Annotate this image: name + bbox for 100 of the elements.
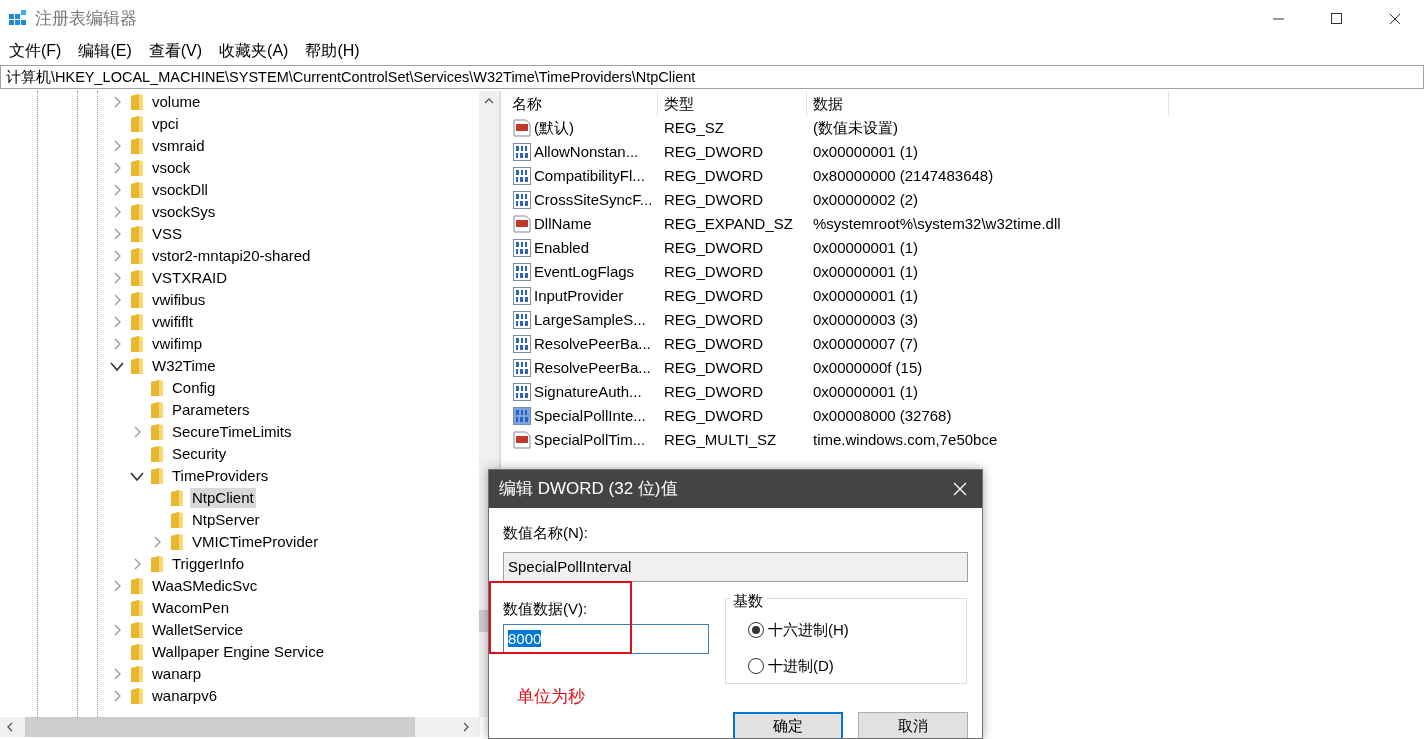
tree-item[interactable]: Security: [170, 444, 229, 464]
tree-item[interactable]: VSS: [150, 224, 184, 244]
value-name[interactable]: SpecialPollInte...: [534, 404, 658, 428]
value-name[interactable]: SpecialPollTim...: [534, 428, 658, 452]
tree-item[interactable]: WalletService: [150, 620, 246, 640]
value-type: REG_MULTI_SZ: [663, 429, 778, 450]
value-data: 0x80000000 (2147483648): [812, 165, 994, 186]
folder-icon: [150, 401, 164, 419]
folder-icon: [150, 423, 164, 441]
folder-icon: [130, 335, 144, 353]
value-data: time.windows.com,7e50bce: [812, 429, 998, 450]
data-field[interactable]: 8000: [503, 624, 709, 655]
tree-item[interactable]: TriggerInfo: [170, 554, 246, 574]
value-type: REG_EXPAND_SZ: [663, 213, 794, 234]
tree-item[interactable]: VMICTimeProvider: [190, 532, 321, 552]
address-bar[interactable]: 计算机\HKEY_LOCAL_MACHINE\SYSTEM\CurrentControlSet\Services\W32Time\TimeProviders\NtpClient: [0, 65, 1424, 89]
menu-item[interactable]: 收藏夹(A): [210, 38, 297, 64]
value-type: REG_DWORD: [663, 165, 765, 186]
folder-icon: [130, 643, 144, 661]
radio-label[interactable]: 十进制(D): [768, 654, 834, 677]
value-data: 0x00000003 (3): [812, 309, 919, 330]
folder-icon: [150, 467, 164, 485]
value-type: REG_DWORD: [663, 285, 765, 306]
value-data: 0x00000002 (2): [812, 189, 919, 210]
value-type: REG_DWORD: [663, 333, 765, 354]
tree-item[interactable]: vsock: [150, 158, 193, 178]
tree-item[interactable]: W32Time: [150, 356, 218, 376]
value-type: REG_DWORD: [663, 309, 765, 330]
tree-item[interactable]: vwifimp: [150, 334, 204, 354]
value-name[interactable]: (默认): [534, 116, 658, 140]
scrollbar-thumb[interactable]: [25, 717, 415, 737]
dialog-button[interactable]: 取消: [858, 711, 968, 738]
menu-item[interactable]: 帮助(H): [296, 38, 368, 64]
value-type: REG_DWORD: [663, 405, 765, 426]
value-name[interactable]: DllName: [534, 212, 658, 236]
value-name[interactable]: InputProvider: [534, 284, 658, 308]
folder-icon: [130, 181, 144, 199]
horizontal-scrollbar[interactable]: [0, 717, 480, 737]
value-data: 0x0000000f (15): [812, 357, 923, 378]
folder-icon: [150, 555, 164, 573]
folder-icon: [130, 137, 144, 155]
tree-item[interactable]: Config: [170, 378, 218, 398]
value-name[interactable]: CompatibilityFl...: [534, 164, 658, 188]
tree-item[interactable]: vwifibus: [150, 290, 208, 310]
value-data: 0x00000007 (7): [812, 333, 919, 354]
folder-icon: [130, 665, 144, 683]
value-name[interactable]: ResolvePeerBa...: [534, 356, 658, 380]
dialog-button[interactable]: 确定: [733, 711, 843, 738]
value-name[interactable]: LargeSampleS...: [534, 308, 658, 332]
value-type: REG_DWORD: [663, 261, 765, 282]
value-data: (数值未设置): [812, 117, 898, 138]
tree-item[interactable]: NtpClient: [190, 488, 256, 508]
tree-item[interactable]: WaaSMedicSvc: [150, 576, 260, 596]
folder-icon: [170, 489, 184, 507]
tree-item[interactable]: volume: [150, 92, 203, 112]
value-name[interactable]: AllowNonstan...: [534, 140, 658, 164]
tree-item[interactable]: vsockDll: [150, 180, 210, 200]
folder-icon: [130, 357, 144, 375]
field-label: 数值数据(V):: [503, 599, 589, 619]
tree-item[interactable]: vstor2-mntapi20-shared: [150, 246, 313, 266]
value-data: 0x00000001 (1): [812, 141, 919, 162]
tree-item[interactable]: NtpServer: [190, 510, 262, 530]
folder-icon: [130, 159, 144, 177]
folder-icon: [130, 291, 144, 309]
value-type: REG_DWORD: [663, 141, 765, 162]
tree-item[interactable]: SecureTimeLimits: [170, 422, 294, 442]
tree-item[interactable]: TimeProviders: [170, 466, 271, 486]
value-name[interactable]: SignatureAuth...: [534, 380, 658, 404]
tree-item[interactable]: Parameters: [170, 400, 252, 420]
radio-label[interactable]: 十六进制(H): [768, 619, 849, 642]
value-data: 0x00000001 (1): [812, 381, 919, 402]
tree-item[interactable]: wanarpv6: [150, 686, 220, 706]
folder-icon: [130, 621, 144, 639]
tree-item[interactable]: wanarp: [150, 664, 204, 684]
value-data: %systemroot%\system32\w32time.dll: [812, 213, 1061, 234]
folder-icon: [130, 599, 144, 617]
name-field[interactable]: SpecialPollInterval: [503, 552, 968, 582]
folder-icon: [150, 379, 164, 397]
menu-item[interactable]: 文件(F): [0, 38, 70, 64]
dialog-title: 编辑 DWORD (32 位)值: [499, 478, 679, 501]
value-name[interactable]: Enabled: [534, 236, 658, 260]
tree-item[interactable]: vpci: [150, 114, 181, 134]
value-type: REG_SZ: [663, 117, 725, 138]
tree-item[interactable]: Wallpaper Engine Service: [150, 642, 327, 662]
tree-item[interactable]: VSTXRAID: [150, 268, 229, 288]
folder-icon: [130, 269, 144, 287]
column-header[interactable]: 类型: [658, 91, 807, 116]
tree-item[interactable]: WacomPen: [150, 598, 231, 618]
tree-item[interactable]: vsmraid: [150, 136, 207, 156]
column-header[interactable]: 名称: [506, 91, 658, 116]
value-name[interactable]: EventLogFlags: [534, 260, 658, 284]
value-name[interactable]: CrossSiteSyncF...: [534, 188, 658, 212]
menu-item[interactable]: 查看(V): [139, 38, 211, 64]
menu-item[interactable]: 编辑(E): [69, 38, 140, 64]
column-header[interactable]: 数据: [807, 91, 1169, 116]
tree-item[interactable]: vsockSys: [150, 202, 218, 222]
tree-item[interactable]: vwififlt: [150, 312, 195, 332]
folder-icon: [170, 533, 184, 551]
value-name[interactable]: ResolvePeerBa...: [534, 332, 658, 356]
folder-icon: [170, 511, 184, 529]
